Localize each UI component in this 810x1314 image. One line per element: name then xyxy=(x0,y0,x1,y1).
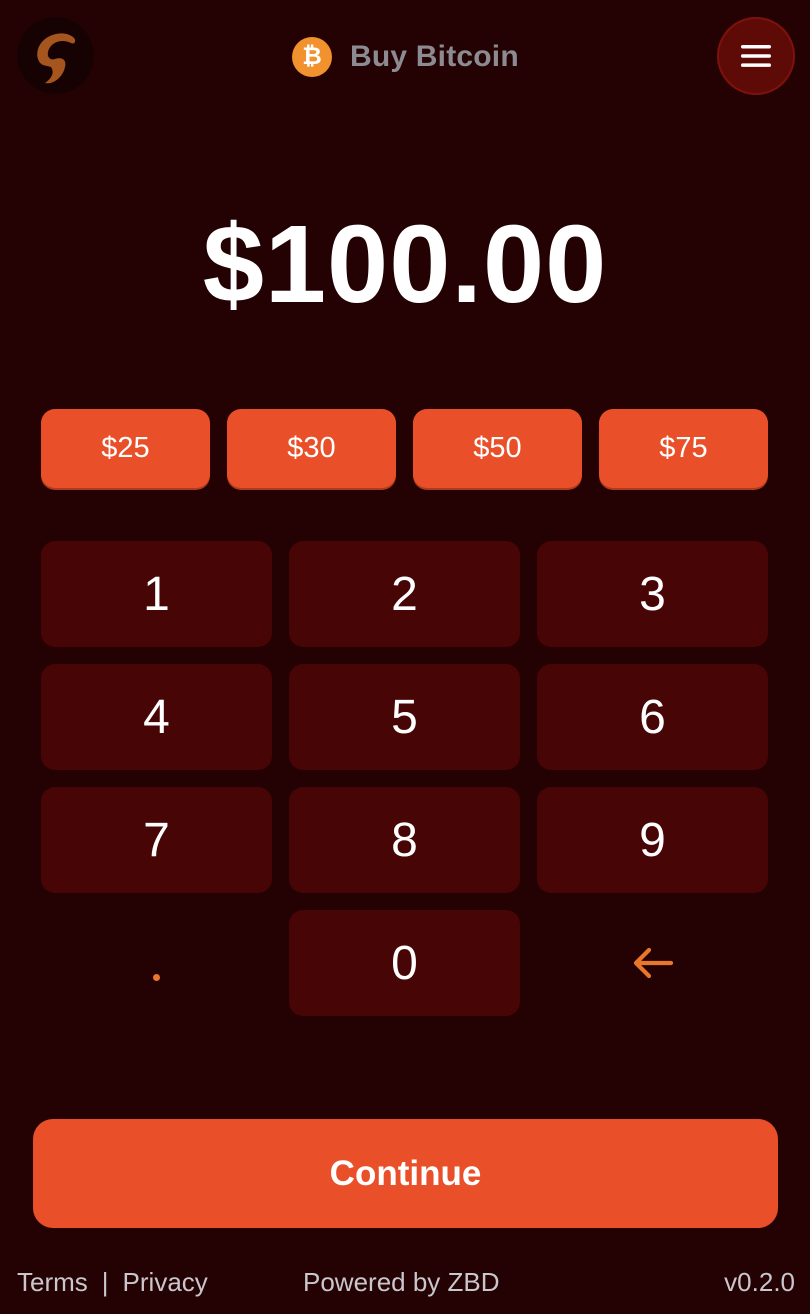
key-1[interactable]: 1 xyxy=(41,541,272,647)
key-8[interactable]: 8 xyxy=(289,787,520,893)
version-label: v0.2.0 xyxy=(724,1267,795,1297)
footer-links: Terms | Privacy xyxy=(17,1262,208,1302)
key-9[interactable]: 9 xyxy=(537,787,768,893)
terms-link[interactable]: Terms xyxy=(17,1262,88,1302)
hamburger-menu-icon xyxy=(741,45,771,67)
key-3[interactable]: 3 xyxy=(537,541,768,647)
preset-button-75[interactable]: $75 xyxy=(599,409,768,488)
key-backspace[interactable] xyxy=(537,910,768,1016)
key-7[interactable]: 7 xyxy=(41,787,272,893)
numeric-keypad: 1 2 3 4 5 6 7 8 9 0 xyxy=(41,541,769,1016)
continue-button[interactable]: Continue xyxy=(33,1119,778,1228)
powered-by-text[interactable]: Powered by ZBD xyxy=(303,1262,500,1302)
brand-logo-icon[interactable] xyxy=(17,17,94,94)
preset-button-25[interactable]: $25 xyxy=(41,409,210,488)
buy-bitcoin-screen: ₿ Buy Bitcoin $100.00 $25 $30 $50 $75 1 … xyxy=(0,0,810,1314)
key-0[interactable]: 0 xyxy=(289,910,520,1016)
key-2[interactable]: 2 xyxy=(289,541,520,647)
key-4[interactable]: 4 xyxy=(41,664,272,770)
menu-button[interactable] xyxy=(717,17,795,95)
backspace-arrow-icon xyxy=(633,947,673,979)
key-decimal[interactable] xyxy=(41,910,272,1016)
footer: Terms | Privacy Powered by ZBD v0.2.0 xyxy=(17,1262,795,1302)
header-title-group: ₿ Buy Bitcoin xyxy=(292,36,519,78)
privacy-link[interactable]: Privacy xyxy=(123,1262,208,1302)
brand-logo-mark xyxy=(36,32,75,83)
preset-button-30[interactable]: $30 xyxy=(227,409,396,488)
decimal-point-icon xyxy=(153,973,160,981)
key-5[interactable]: 5 xyxy=(289,664,520,770)
preset-button-50[interactable]: $50 xyxy=(413,409,582,488)
footer-separator: | xyxy=(101,1267,109,1297)
page-title: Buy Bitcoin xyxy=(350,40,519,73)
bitcoin-symbol: ₿ xyxy=(302,43,322,70)
bitcoin-icon: ₿ xyxy=(292,37,332,77)
amount-display: $100.00 xyxy=(202,203,608,326)
key-6[interactable]: 6 xyxy=(537,664,768,770)
preset-amounts: $25 $30 $50 $75 xyxy=(41,409,769,488)
